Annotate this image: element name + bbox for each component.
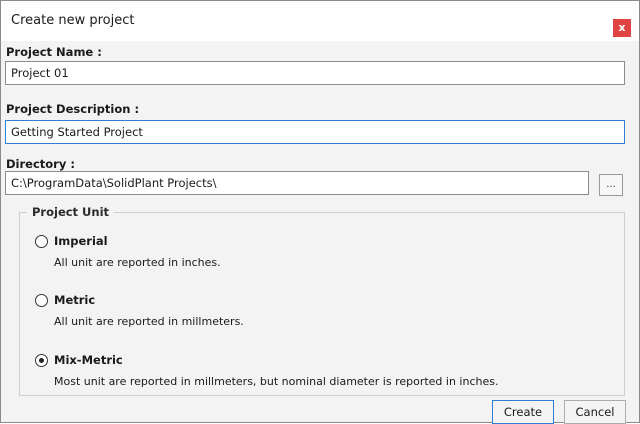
mix-metric-label[interactable]: Mix-Metric <box>54 353 123 367</box>
imperial-description: All unit are reported in inches. <box>54 256 221 269</box>
metric-radio[interactable] <box>35 294 48 307</box>
mix-metric-description: Most unit are reported in millmeters, bu… <box>54 375 499 388</box>
imperial-radio[interactable] <box>35 235 48 248</box>
radio-selected-dot <box>39 358 44 363</box>
project-name-input[interactable]: Project 01 <box>5 61 625 85</box>
mix-metric-radio[interactable] <box>35 354 48 367</box>
metric-label[interactable]: Metric <box>54 293 95 307</box>
cancel-button[interactable]: Cancel <box>564 400 626 424</box>
project-description-label: Project Description : <box>6 102 140 116</box>
browse-button[interactable]: ... <box>599 174 623 196</box>
metric-description: All unit are reported in millmeters. <box>54 315 244 328</box>
imperial-label[interactable]: Imperial <box>54 234 108 248</box>
project-unit-group <box>19 212 625 396</box>
directory-input[interactable]: C:\ProgramData\SolidPlant Projects\ <box>5 171 589 195</box>
directory-label: Directory : <box>6 157 75 171</box>
dialog-title: Create new project <box>11 13 135 28</box>
project-unit-group-title: Project Unit <box>27 205 115 219</box>
project-description-input[interactable]: Getting Started Project <box>5 120 625 144</box>
create-button[interactable]: Create <box>492 400 554 424</box>
title-bar: Create new project x <box>1 1 639 41</box>
close-button[interactable]: x <box>613 19 631 37</box>
create-project-dialog: Create new project x Project Name : Proj… <box>0 0 640 424</box>
project-name-label: Project Name : <box>6 45 102 59</box>
